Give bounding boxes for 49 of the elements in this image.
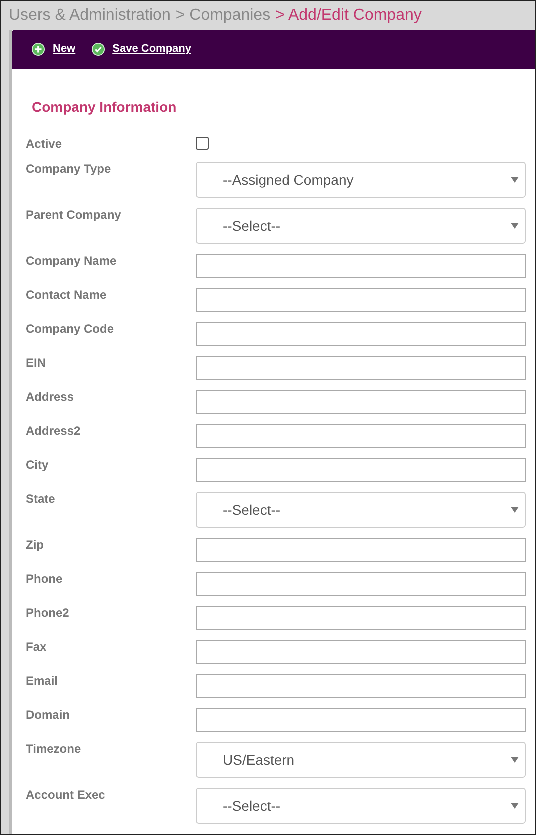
select-field[interactable]: --Select-- (196, 492, 526, 528)
input-field[interactable] (196, 288, 526, 312)
select-field[interactable]: US/Eastern (196, 742, 526, 778)
check-icon (92, 43, 105, 56)
field-label: Phone (26, 572, 64, 586)
field-label: City (26, 458, 50, 472)
field-label: State (26, 492, 56, 506)
field-label: Fax (26, 640, 48, 654)
input-field[interactable] (196, 538, 526, 562)
input-field[interactable] (196, 606, 526, 630)
field-label: Account Exec (26, 788, 106, 802)
input-field[interactable] (196, 674, 526, 698)
caret-icon (511, 177, 519, 183)
caret-icon (511, 507, 519, 513)
caret-icon (511, 803, 519, 809)
field-label: EIN (26, 356, 48, 370)
field-label: Address (26, 390, 76, 404)
breadcrumb-current: > Add/Edit Company (276, 6, 422, 26)
field-label: Company Type (26, 162, 112, 176)
toolbar-link[interactable]: Save Company (92, 41, 192, 58)
input-field[interactable] (196, 640, 526, 664)
field-label: Address2 (26, 424, 82, 438)
field-label: Company Name (26, 254, 118, 268)
input-field[interactable] (196, 390, 526, 414)
input-field[interactable] (196, 322, 526, 346)
field-label: Domain (26, 708, 72, 722)
input-field[interactable] (196, 708, 526, 732)
field-label: Parent Company (26, 208, 122, 222)
field-label: Email (26, 674, 60, 688)
active-checkbox[interactable] (196, 137, 209, 150)
plus-icon (32, 43, 45, 56)
input-field[interactable] (196, 458, 526, 482)
field-label: Phone2 (26, 606, 70, 620)
input-field[interactable] (196, 424, 526, 448)
select-field[interactable]: --Select-- (196, 208, 526, 244)
select-field[interactable]: --Select-- (196, 788, 526, 824)
caret-icon (511, 223, 519, 229)
caret-icon (511, 757, 519, 763)
toolbar-link[interactable]: New (32, 41, 76, 58)
field-label: Active (26, 137, 64, 151)
field-label: Zip (26, 538, 45, 552)
input-field[interactable] (196, 254, 526, 278)
select-field[interactable]: --Assigned Company (196, 162, 526, 198)
field-label: Timezone (26, 742, 82, 756)
field-label: Company Code (26, 322, 116, 336)
input-field[interactable] (196, 572, 526, 596)
section-title: Company Information (31, 99, 178, 115)
input-field[interactable] (196, 356, 526, 380)
field-label: Contact Name (26, 288, 108, 302)
